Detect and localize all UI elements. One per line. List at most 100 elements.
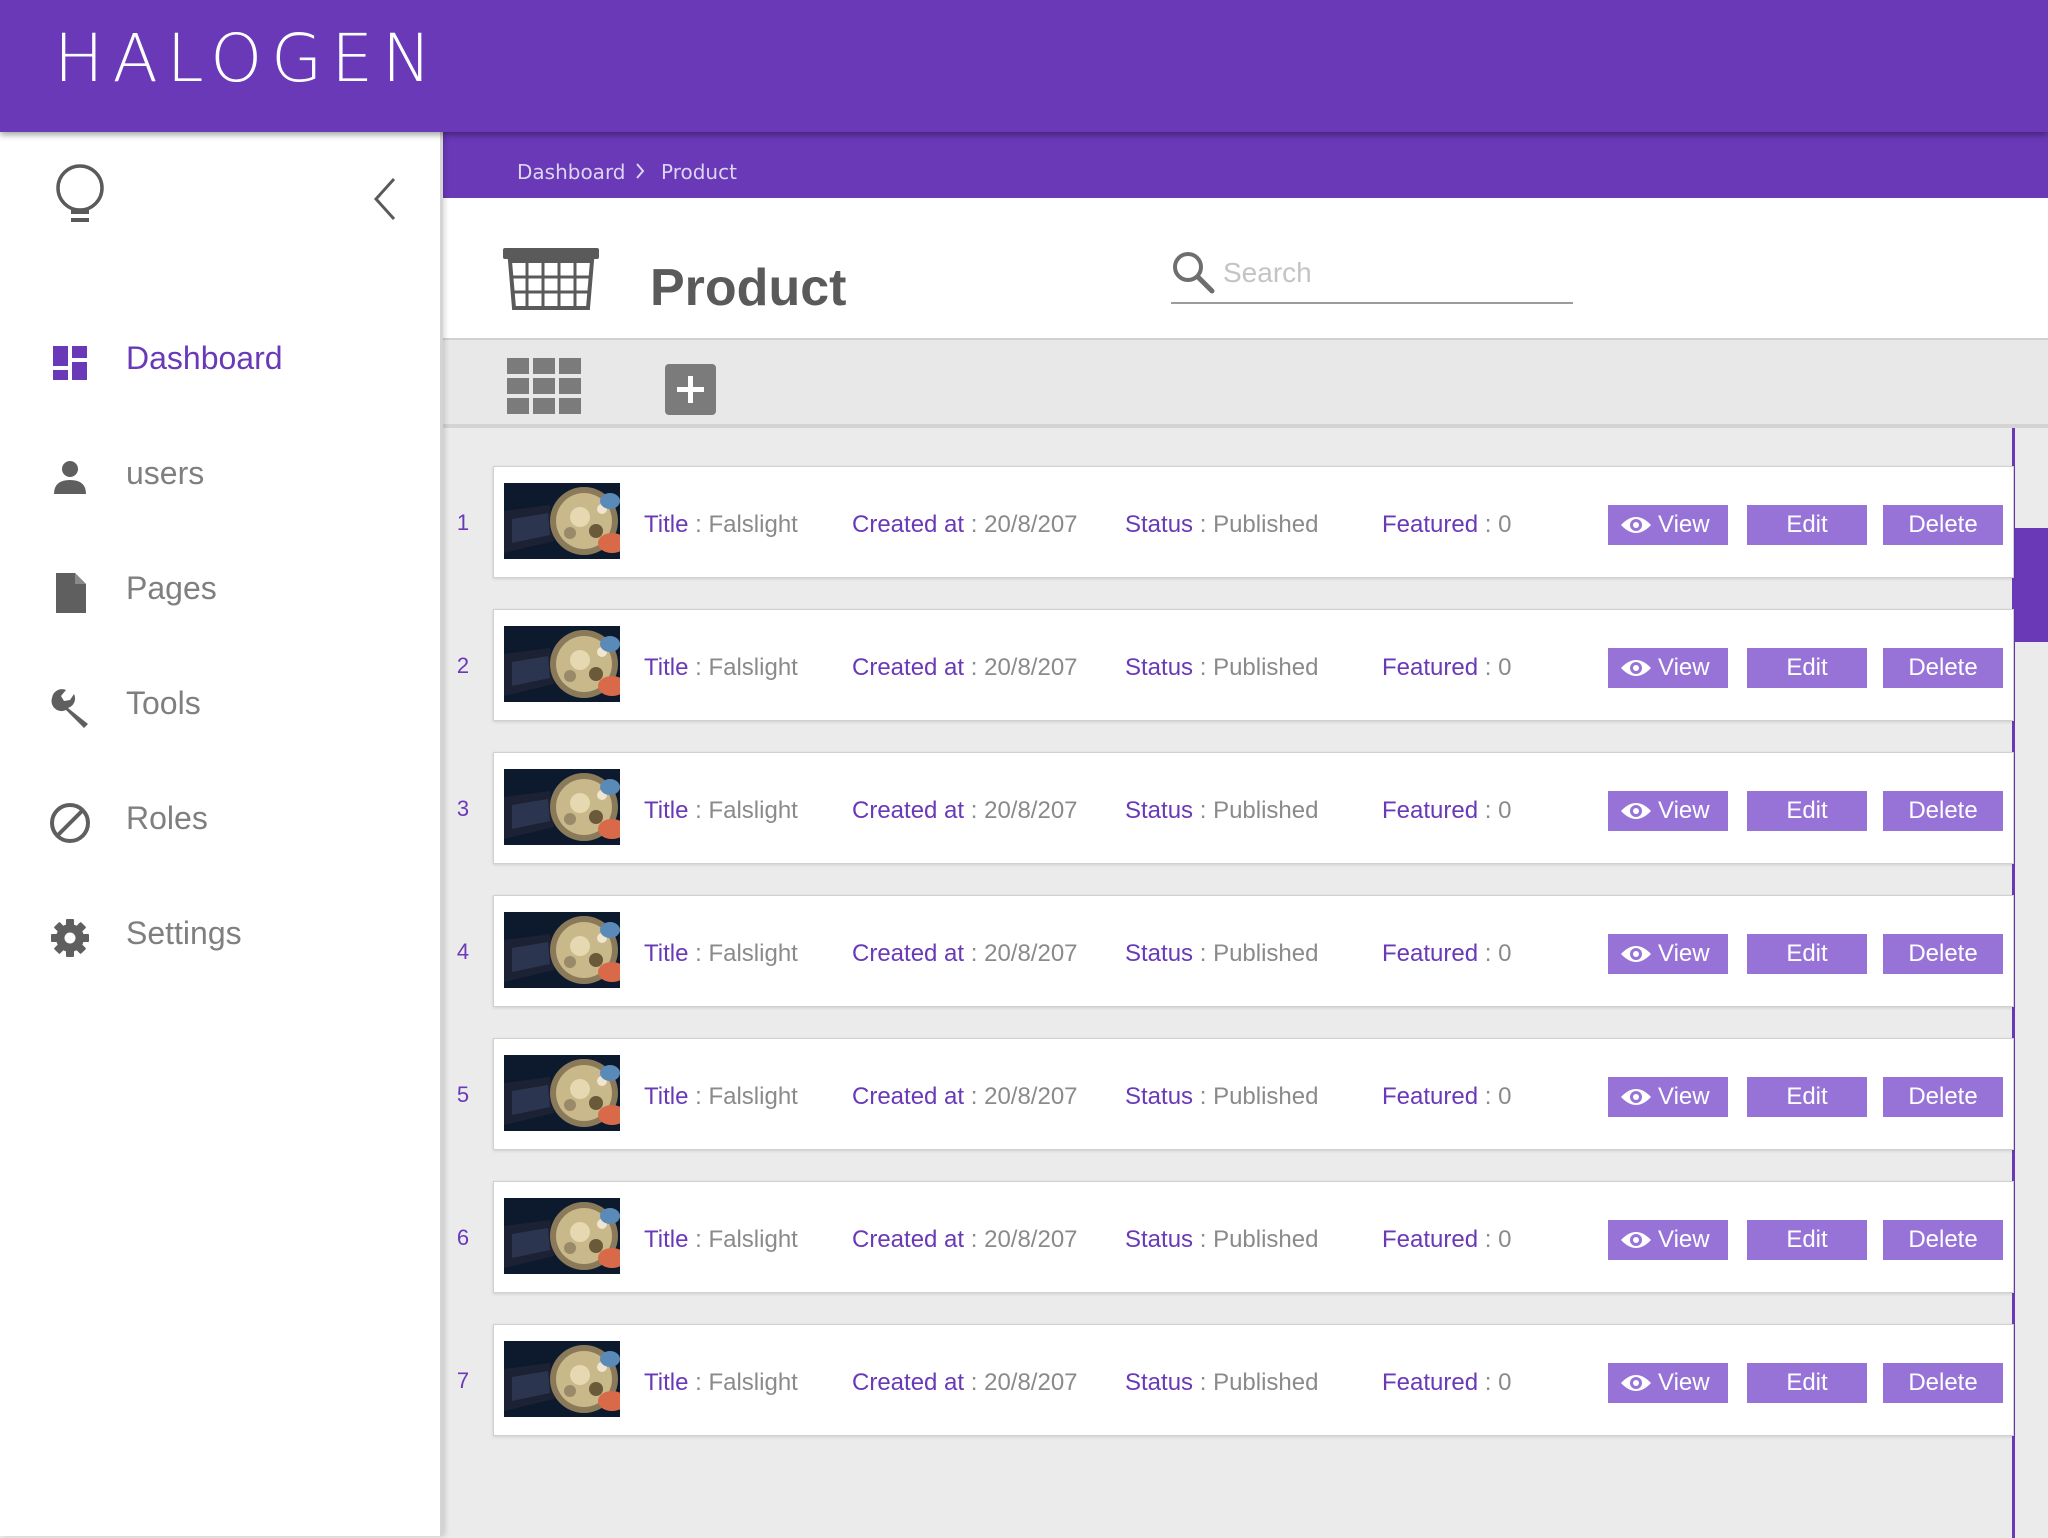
view-button[interactable]: View [1608,1220,1728,1260]
chevron-left-icon[interactable] [372,176,398,222]
eye-icon [1621,1089,1651,1105]
grid-view-icon[interactable] [507,358,581,414]
delete-button[interactable]: Delete [1883,648,2003,688]
chevron-right-icon [636,163,645,179]
delete-button[interactable]: Delete [1883,934,2003,974]
view-button-label: View [1658,654,1710,681]
row-number: 3 [456,796,470,821]
sidebar-item-label: Tools [126,685,201,721]
field-title: Title : Falslight [644,1369,798,1396]
product-thumbnail[interactable] [504,912,620,988]
product-list: 1 Title : Falslight Created at : 20/8/207 S… [443,426,2048,1538]
add-icon [677,376,704,403]
field-featured: Featured : 0 [1382,940,1512,967]
table-row: Title : Falslight Created at : 20/8/207 St… [493,1038,2014,1150]
view-button[interactable]: View [1608,1077,1728,1117]
edit-button[interactable]: Edit [1747,1220,1867,1260]
product-thumbnail[interactable] [504,483,620,559]
app-logo: HALOGEN [54,20,441,97]
delete-button[interactable]: Delete [1883,1077,2003,1117]
delete-button[interactable]: Delete [1883,791,2003,831]
view-button-label: View [1658,1083,1710,1110]
edit-button[interactable]: Edit [1747,648,1867,688]
lightbulb-icon [56,164,104,222]
table-row: Title : Falslight Created at : 20/8/207 St… [493,1324,2014,1436]
view-button[interactable]: View [1608,791,1728,831]
field-status: Status : Published [1125,1369,1319,1396]
view-button-label: View [1658,1369,1710,1396]
edit-button[interactable]: Edit [1747,1077,1867,1117]
view-button[interactable]: View [1608,934,1728,974]
delete-button[interactable]: Delete [1883,505,2003,545]
product-thumbnail[interactable] [504,626,620,702]
view-button-label: View [1658,797,1710,824]
edit-button[interactable]: Edit [1747,934,1867,974]
basket-icon [503,248,599,310]
page-title: Product [650,259,847,317]
toolbar [443,340,2048,426]
field-featured: Featured : 0 [1382,1083,1512,1110]
row-number: 7 [456,1368,470,1393]
search-input[interactable] [1221,252,1565,294]
field-title: Title : Falslight [644,1226,798,1253]
page-header: Product [443,198,2048,340]
field-title: Title : Falslight [644,940,798,967]
eye-icon [1621,803,1651,819]
field-created: Created at : 20/8/207 [852,940,1078,967]
view-button[interactable]: View [1608,1363,1728,1403]
sidebar: Dashboard users Pages Tools Roles Settin… [0,132,443,1536]
field-title: Title : Falslight [644,654,798,681]
field-featured: Featured : 0 [1382,797,1512,824]
breadcrumb: Dashboard Product [443,132,2048,198]
sidebar-item-roles[interactable]: Roles [0,784,440,854]
table-row: Title : Falslight Created at : 20/8/207 St… [493,752,2014,864]
row-number: 6 [456,1225,470,1250]
eye-icon [1621,1375,1651,1391]
field-status: Status : Published [1125,1226,1319,1253]
field-title: Title : Falslight [644,797,798,824]
field-created: Created at : 20/8/207 [852,654,1078,681]
top-bar: HALOGEN [0,0,2048,132]
view-button[interactable]: View [1608,505,1728,545]
breadcrumb-dashboard[interactable]: Dashboard [517,160,626,184]
field-created: Created at : 20/8/207 [852,1369,1078,1396]
eye-icon [1621,660,1651,676]
edit-button[interactable]: Edit [1747,1363,1867,1403]
product-thumbnail[interactable] [504,1198,620,1274]
product-thumbnail[interactable] [504,1055,620,1131]
field-featured: Featured : 0 [1382,511,1512,538]
view-button[interactable]: View [1608,648,1728,688]
delete-button[interactable]: Delete [1883,1363,2003,1403]
eye-icon [1621,1232,1651,1248]
row-number: 5 [456,1082,470,1107]
sidebar-item-users[interactable]: users [0,439,440,509]
search-bar [1171,246,1573,304]
edit-button[interactable]: Edit [1747,505,1867,545]
scrollbar-thumb[interactable] [2015,528,2048,642]
sidebar-item-tools[interactable]: Tools [0,669,440,739]
delete-button[interactable]: Delete [1883,1220,2003,1260]
field-status: Status : Published [1125,1083,1319,1110]
dashboard-icon [53,346,87,380]
field-status: Status : Published [1125,654,1319,681]
eye-icon [1621,946,1651,962]
product-thumbnail[interactable] [504,769,620,845]
sidebar-item-label: Settings [126,915,242,951]
sidebar-item-label: Roles [126,800,208,836]
field-featured: Featured : 0 [1382,654,1512,681]
gear-icon [51,919,89,957]
search-icon [1173,252,1215,294]
sidebar-item-settings[interactable]: Settings [0,899,440,969]
product-thumbnail[interactable] [504,1341,620,1417]
edit-button[interactable]: Edit [1747,791,1867,831]
field-title: Title : Falslight [644,1083,798,1110]
sidebar-item-pages[interactable]: Pages [0,554,440,624]
view-button-label: View [1658,511,1710,538]
field-created: Created at : 20/8/207 [852,511,1078,538]
wrench-icon [51,689,88,728]
sidebar-item-dashboard[interactable]: Dashboard [0,324,440,394]
add-button[interactable] [665,364,716,415]
field-status: Status : Published [1125,797,1319,824]
breadcrumb-product: Product [661,160,737,184]
page-icon [56,573,86,613]
